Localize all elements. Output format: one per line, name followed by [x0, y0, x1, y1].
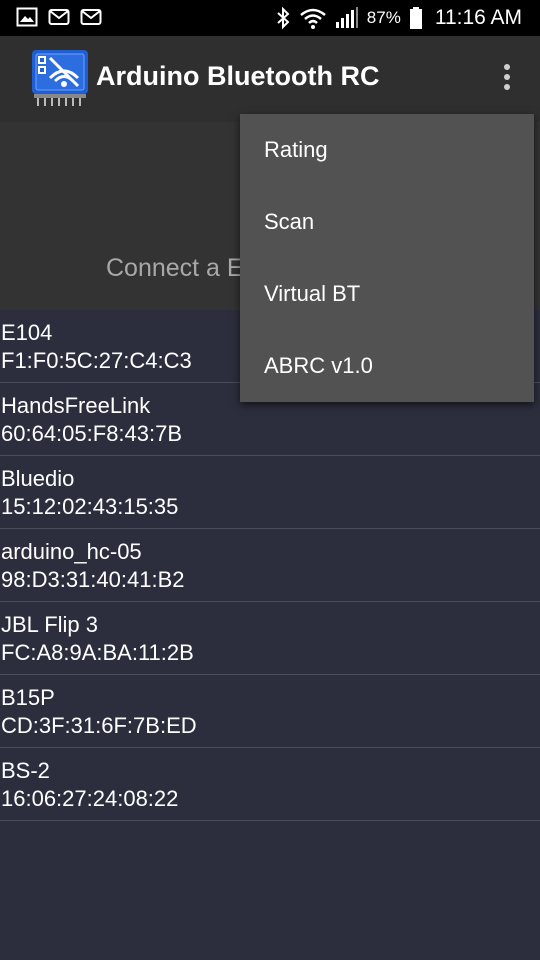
device-address: FC:A8:9A:BA:11:2B: [1, 640, 194, 665]
device-list-item[interactable]: B15P CD:3F:31:6F:7B:ED: [0, 675, 540, 748]
menu-item-rating[interactable]: Rating: [240, 114, 534, 186]
device-name: E104: [1, 320, 53, 345]
mail-icon: [48, 9, 70, 25]
image-icon: [16, 7, 38, 27]
mail-icon: [80, 9, 102, 25]
device-name: B15P: [1, 685, 55, 710]
device-name: arduino_hc-05: [1, 539, 142, 564]
menu-item-virtual-bt[interactable]: Virtual BT: [240, 258, 534, 330]
device-name: BS-2: [1, 758, 50, 783]
device-name: Bluedio: [1, 466, 75, 491]
device-address: 98:D3:31:40:41:B2: [1, 567, 185, 592]
device-name: JBL Flip 3: [1, 612, 99, 637]
notification-icons: [16, 7, 102, 27]
device-list-item[interactable]: BS-2 16:06:27:24:08:22: [0, 748, 540, 821]
clock: 11:16 AM: [434, 6, 522, 29]
connect-prompt: Connect a E: [106, 254, 244, 282]
overflow-menu: Rating Scan Virtual BT ABRC v1.0: [240, 114, 534, 402]
system-status: 87% 11:16 AM: [275, 0, 522, 36]
device-name: HandsFreeLink: [1, 393, 151, 418]
device-address: 15:12:02:43:15:35: [1, 494, 179, 519]
more-vertical-icon[interactable]: [496, 64, 518, 94]
device-list-item[interactable]: arduino_hc-05 98:D3:31:40:41:B2: [0, 529, 540, 602]
device-address: 60:64:05:F8:43:7B: [1, 421, 183, 446]
device-list-item[interactable]: Bluedio 15:12:02:43:15:35: [0, 456, 540, 529]
device-address: CD:3F:31:6F:7B:ED: [1, 713, 197, 738]
status-bar: 87% 11:16 AM: [0, 0, 540, 36]
arduino-bluetooth-logo-icon: [32, 50, 88, 106]
app-title: Arduino Bluetooth RC: [96, 61, 380, 91]
menu-item-version[interactable]: ABRC v1.0: [240, 330, 534, 402]
app-bar: Arduino Bluetooth RC: [0, 36, 540, 122]
device-list-item[interactable]: JBL Flip 3 FC:A8:9A:BA:11:2B: [0, 602, 540, 675]
device-address: F1:F0:5C:27:C4:C3: [1, 348, 192, 373]
wifi-icon: [299, 8, 326, 29]
bluetooth-icon: [277, 6, 290, 30]
battery-percent: 87%: [366, 8, 401, 27]
signal-icon: [335, 7, 358, 28]
battery-icon: [409, 7, 422, 29]
device-address: 16:06:27:24:08:22: [1, 786, 179, 811]
menu-item-scan[interactable]: Scan: [240, 186, 534, 258]
